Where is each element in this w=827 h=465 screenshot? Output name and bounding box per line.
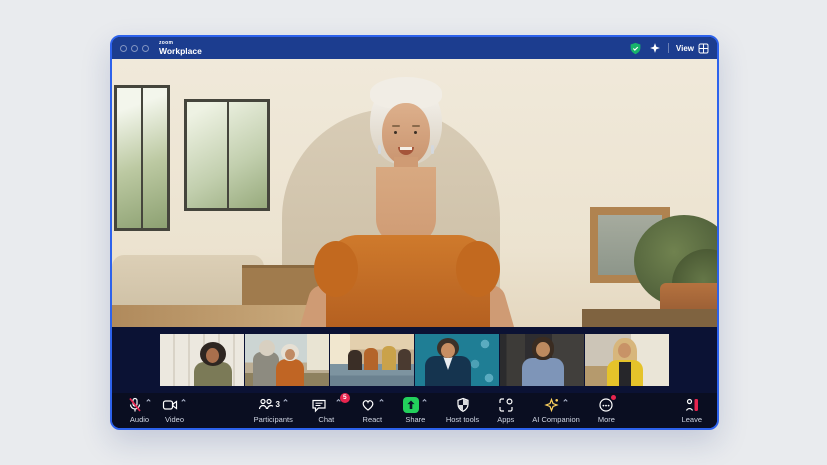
more-label: More xyxy=(598,415,615,424)
desktop-background: zoom Workplace View xyxy=(0,0,827,465)
speaker-chest xyxy=(376,167,436,245)
filmstrip-thumbnail-4[interactable] xyxy=(415,334,499,386)
dresser-decor xyxy=(582,309,717,327)
share-button[interactable]: Share xyxy=(398,397,433,424)
leave-label: Leave xyxy=(682,415,702,424)
mic-muted-icon xyxy=(127,397,143,413)
minimize-window-button[interactable] xyxy=(131,45,138,52)
ai-sparkle-icon xyxy=(544,397,560,413)
speaker-face xyxy=(382,103,430,165)
filmstrip-thumbnail-6[interactable] xyxy=(585,334,669,386)
more-notification-dot xyxy=(611,395,616,400)
participants-icon xyxy=(258,397,274,413)
ai-companion-label: AI Companion xyxy=(532,415,580,424)
apps-button[interactable]: Apps xyxy=(492,397,519,424)
participants-count: 3 xyxy=(276,397,280,413)
host-tools-label: Host tools xyxy=(446,415,479,424)
apps-label: Apps xyxy=(497,415,514,424)
host-tools-button[interactable]: Host tools xyxy=(441,397,484,424)
share-label: Share xyxy=(405,415,425,424)
chevron-up-icon[interactable] xyxy=(145,397,152,404)
filmstrip-thumbnail-2[interactable] xyxy=(245,334,329,386)
video-label: Video xyxy=(165,415,184,424)
grid-view-icon xyxy=(698,43,709,54)
chat-button[interactable]: 5 Chat xyxy=(306,397,347,424)
leave-button[interactable]: Leave xyxy=(677,397,707,424)
leave-meeting-icon xyxy=(684,397,700,413)
ai-companion-button[interactable]: AI Companion xyxy=(527,397,585,424)
chevron-up-icon[interactable] xyxy=(378,397,385,404)
view-button[interactable]: View xyxy=(676,43,709,54)
participants-button[interactable]: 3 Participants xyxy=(249,397,298,424)
speaker-ruffle-right xyxy=(456,241,500,297)
heart-icon xyxy=(360,397,376,413)
shield-icon xyxy=(455,397,471,413)
speaker-ruffle-left xyxy=(314,241,358,297)
camera-icon xyxy=(162,397,178,413)
participants-filmstrip xyxy=(112,327,717,393)
window-left2-decor xyxy=(184,99,270,211)
zoom-meeting-window: zoom Workplace View xyxy=(110,35,719,430)
chevron-up-icon[interactable] xyxy=(421,397,428,404)
ai-sparkle-titlebar-icon[interactable] xyxy=(649,42,661,54)
react-button[interactable]: React xyxy=(355,397,390,424)
chat-unread-badge: 5 xyxy=(340,393,350,403)
filmstrip-thumbnail-1[interactable] xyxy=(160,334,244,386)
chevron-up-icon[interactable] xyxy=(282,397,289,404)
maximize-window-button[interactable] xyxy=(142,45,149,52)
zoom-workplace-logo: zoom Workplace xyxy=(159,41,202,56)
chat-bubble-icon xyxy=(311,397,327,413)
window-controls xyxy=(120,45,149,52)
audio-label: Audio xyxy=(130,415,149,424)
view-label: View xyxy=(676,44,694,53)
speaker-eye xyxy=(394,131,397,134)
meeting-toolbar: Audio Video xyxy=(112,393,717,428)
chevron-up-icon[interactable] xyxy=(180,397,187,404)
filmstrip-thumbnail-3[interactable] xyxy=(330,334,414,386)
titlebar: zoom Workplace View xyxy=(112,37,717,59)
logo-zoom-text: zoom xyxy=(159,41,202,46)
react-label: React xyxy=(363,415,383,424)
audio-button[interactable]: Audio xyxy=(122,397,157,424)
speaker-eye xyxy=(414,131,417,134)
share-screen-icon xyxy=(403,397,419,413)
speaker-brow xyxy=(392,125,400,127)
chevron-up-icon[interactable] xyxy=(562,397,569,404)
filmstrip-thumbnail-5[interactable] xyxy=(500,334,584,386)
speaker-earring-left xyxy=(378,145,381,154)
close-window-button[interactable] xyxy=(120,45,127,52)
window-left-decor xyxy=(114,85,170,231)
more-button[interactable]: More xyxy=(593,397,620,424)
video-button[interactable]: Video xyxy=(157,397,192,424)
speaker-earring-right xyxy=(431,145,434,154)
security-shield-check-icon[interactable] xyxy=(629,42,642,55)
titlebar-divider xyxy=(668,43,669,53)
participants-label: Participants xyxy=(254,415,293,424)
apps-icon xyxy=(498,397,514,413)
speaker-brow xyxy=(412,125,420,127)
chat-label: Chat xyxy=(318,415,334,424)
logo-workplace-text: Workplace xyxy=(159,47,202,56)
main-video-tile[interactable] xyxy=(112,59,717,327)
